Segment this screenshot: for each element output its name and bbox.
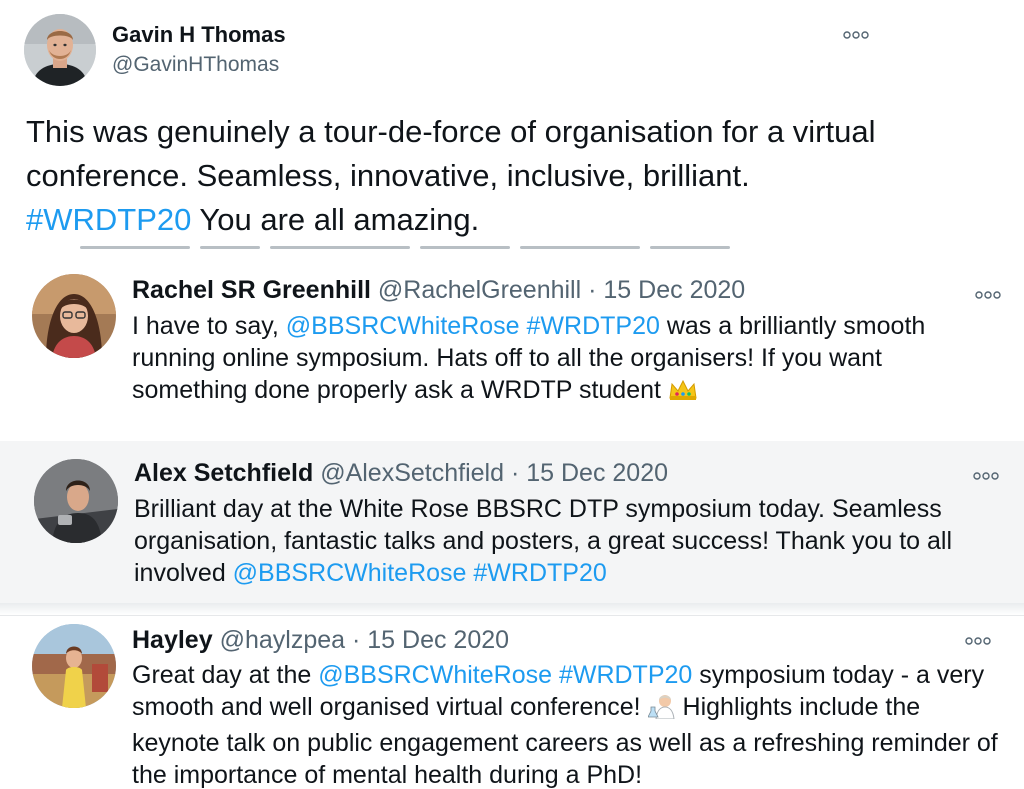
tweet-text: Great day at the @BBSRCWhiteRose #WRDTP2… [132, 659, 1002, 789]
tweet-screenshot: Gavin H Thomas @GavinHThomas This was ge… [0, 0, 1024, 789]
tweet-text: I have to say, @BBSRCWhiteRose #WRDTP20 … [132, 310, 962, 410]
scientist-emoji [646, 693, 676, 727]
tweet-text: Brilliant day at the White Rose BBSRC DT… [134, 493, 994, 589]
more-options-icon[interactable] [962, 634, 994, 648]
avatar[interactable] [32, 624, 116, 708]
tweet-body-end: You are all amazing. [191, 202, 480, 237]
hashtag-link[interactable]: #WRDTP20 [26, 202, 191, 237]
tweet-header: Rachel SR Greenhill @RachelGreenhill · 1… [132, 274, 745, 306]
crown-emoji [668, 378, 698, 410]
author-name[interactable]: Gavin H Thomas [112, 22, 286, 48]
hashtag-link[interactable]: #WRDTP20 [559, 661, 692, 689]
hashtag-link[interactable]: #WRDTP20 [527, 312, 660, 340]
separator: · [510, 459, 520, 487]
author-name[interactable]: Hayley [132, 626, 213, 654]
hashtag-link[interactable]: #WRDTP20 [473, 559, 606, 587]
author-handle[interactable]: @haylzpea [220, 626, 345, 654]
author-handle[interactable]: @AlexSetchfield [320, 459, 504, 487]
avatar[interactable] [32, 274, 116, 358]
author-name[interactable]: Rachel SR Greenhill [132, 276, 371, 304]
tweet-body: I have to say, [132, 312, 286, 340]
more-options-icon[interactable] [840, 26, 872, 44]
quoted-tweet[interactable]: Rachel SR Greenhill @RachelGreenhill · 1… [0, 258, 1024, 438]
author-name[interactable]: Alex Setchfield [134, 459, 313, 487]
tweet-date[interactable]: 15 Dec 2020 [526, 459, 668, 487]
author-handle[interactable]: @RachelGreenhill [378, 276, 581, 304]
more-options-icon[interactable] [970, 469, 1002, 483]
tweet-date[interactable]: 15 Dec 2020 [603, 276, 745, 304]
mention-link[interactable]: @BBSRCWhiteRose [286, 312, 520, 340]
more-options-icon[interactable] [972, 288, 1004, 302]
tweet-body: This was genuinely a tour-de-force of or… [26, 114, 876, 193]
tweet-text: This was genuinely a tour-de-force of or… [26, 110, 906, 242]
tweet-body: Great day at the [132, 661, 319, 689]
quoted-tweet[interactable]: Hayley @haylzpea · 15 Dec 2020 Great day… [0, 615, 1024, 789]
separator: · [351, 626, 361, 654]
main-tweet: Gavin H Thomas @GavinHThomas This was ge… [0, 0, 1024, 250]
separator: · [588, 276, 597, 304]
author-handle[interactable]: @GavinHThomas [112, 53, 279, 77]
tweet-header: Alex Setchfield @AlexSetchfield · 15 Dec… [134, 457, 668, 489]
mention-link[interactable]: @BBSRCWhiteRose [233, 559, 467, 587]
mention-link[interactable]: @BBSRCWhiteRose [318, 661, 552, 689]
tweet-header: Hayley @haylzpea · 15 Dec 2020 [132, 624, 509, 656]
clipped-text-row [80, 246, 740, 256]
tweet-date[interactable]: 15 Dec 2020 [367, 626, 509, 654]
avatar[interactable] [24, 14, 96, 86]
quoted-tweet[interactable]: Alex Setchfield @AlexSetchfield · 15 Dec… [0, 441, 1024, 615]
avatar[interactable] [34, 459, 118, 543]
